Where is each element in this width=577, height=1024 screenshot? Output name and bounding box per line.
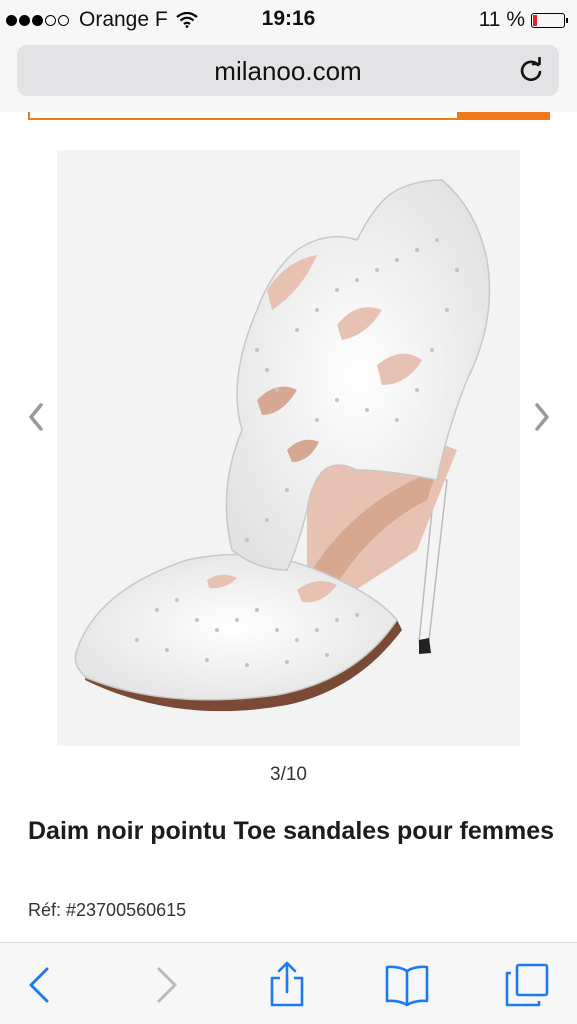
battery-percent: 11 %: [478, 8, 525, 31]
tabs-icon[interactable]: [503, 961, 551, 1009]
image-counter: 3/10: [270, 764, 307, 785]
product-title: Daim noir pointu Toe sandales pour femme…: [28, 817, 555, 845]
status-bar: Orange F 19:16 11 %: [0, 0, 577, 40]
status-right: 11 %: [478, 8, 568, 32]
product-reference: Réf: #23700560615: [28, 900, 187, 920]
browser-toolbar: [0, 942, 577, 1024]
share-icon[interactable]: [263, 961, 311, 1009]
search-button-edge[interactable]: [457, 112, 548, 118]
reload-icon[interactable]: [517, 57, 545, 85]
next-image-arrow-icon[interactable]: [530, 400, 554, 434]
previous-image-arrow-icon[interactable]: [24, 400, 48, 434]
battery-icon: [531, 12, 568, 28]
product-image[interactable]: [57, 150, 520, 746]
address-bar[interactable]: milanoo.com: [17, 45, 559, 96]
shoe-image: [74, 179, 491, 712]
back-icon[interactable]: [17, 961, 65, 1009]
bookmarks-icon[interactable]: [383, 961, 431, 1009]
url-text: milanoo.com: [214, 56, 362, 86]
forward-icon[interactable]: [141, 961, 189, 1009]
search-box-edge: [28, 112, 550, 120]
browser-header: milanoo.com: [0, 40, 577, 112]
